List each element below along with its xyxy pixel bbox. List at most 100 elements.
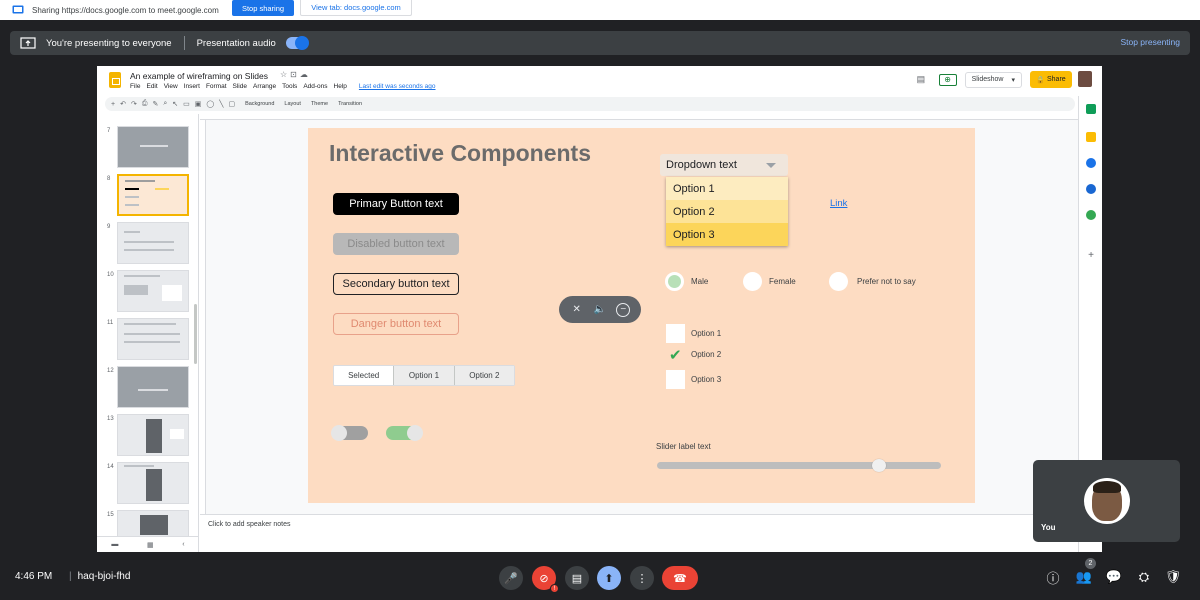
slide-thumb-row[interactable]: 7 bbox=[97, 126, 197, 172]
checkbox-label: Option 2 bbox=[691, 350, 722, 359]
account-avatar[interactable] bbox=[1078, 71, 1092, 87]
microphone-button[interactable]: 🎤 bbox=[499, 566, 523, 590]
self-avatar bbox=[1084, 478, 1130, 524]
slide-thumbnail[interactable] bbox=[117, 366, 189, 408]
people-icon[interactable]: 👥 bbox=[1076, 569, 1092, 585]
slide-thumbnail[interactable] bbox=[117, 462, 189, 504]
slide-thumbnail[interactable] bbox=[117, 270, 189, 312]
menu-file[interactable]: File bbox=[130, 83, 140, 90]
background-button[interactable]: Background bbox=[245, 101, 274, 107]
menu-tools[interactable]: Tools bbox=[282, 83, 297, 90]
slider-label: Slider label text bbox=[656, 442, 711, 451]
slide-thumb-row[interactable]: 10 bbox=[97, 270, 197, 316]
slideshow-button[interactable]: Slideshow ▾ bbox=[964, 71, 1022, 88]
captions-button[interactable]: ▤ bbox=[565, 566, 589, 590]
meet-present-icon[interactable]: ⊕ bbox=[938, 73, 957, 86]
remove-icon[interactable]: − bbox=[616, 302, 631, 317]
slide-thumbnail-selected[interactable] bbox=[117, 174, 189, 216]
tasks-icon[interactable] bbox=[1086, 158, 1096, 168]
host-controls-icon[interactable]: 🛡 bbox=[1165, 569, 1182, 585]
slide-thumb-row[interactable]: 13 bbox=[97, 414, 197, 460]
self-name-label: You bbox=[1041, 523, 1056, 532]
menu-addons[interactable]: Add-ons bbox=[303, 83, 327, 90]
redo-icon[interactable]: ↷ bbox=[131, 100, 137, 108]
last-edit-link[interactable]: Last edit was seconds ago bbox=[359, 83, 436, 90]
slide-thumb-row[interactable]: 9 bbox=[97, 222, 197, 268]
chevron-down-icon[interactable]: ▾ bbox=[1011, 76, 1015, 84]
slide-thumb-row[interactable]: 11 bbox=[97, 318, 197, 364]
more-options-button[interactable]: ⋮ bbox=[630, 566, 654, 590]
radio-checked-mock bbox=[665, 272, 684, 291]
presentation-audio-toggle[interactable] bbox=[285, 36, 309, 50]
maps-icon[interactable] bbox=[1086, 210, 1096, 220]
menu-help[interactable]: Help bbox=[334, 83, 347, 90]
comment-add-icon[interactable]: ▢ bbox=[228, 100, 235, 108]
volume-icon[interactable]: 🔈 bbox=[593, 303, 607, 317]
stop-sharing-button[interactable]: Stop sharing bbox=[232, 0, 294, 16]
stop-presenting-button[interactable]: Stop presenting bbox=[1120, 37, 1180, 47]
zoom-icon[interactable]: ⌕ bbox=[163, 100, 167, 108]
new-slide-icon[interactable]: + bbox=[111, 101, 115, 108]
print-icon[interactable]: ⎙ bbox=[142, 100, 148, 108]
present-now-button[interactable]: ⬆ bbox=[597, 566, 621, 590]
slides-title-row: An example of wireframing on Slides ☆⊡☁ … bbox=[97, 66, 1102, 96]
grid-view-icon[interactable]: ▦ bbox=[147, 541, 154, 549]
move-icon[interactable]: ⊡ bbox=[290, 70, 300, 79]
textbox-icon[interactable]: ▭ bbox=[183, 100, 190, 108]
slide-thumbnail[interactable] bbox=[117, 222, 189, 264]
slides-logo-icon[interactable] bbox=[109, 72, 121, 88]
disabled-button-mock: Disabled button text bbox=[333, 233, 459, 255]
menu-arrange[interactable]: Arrange bbox=[253, 83, 276, 90]
caret-down-icon bbox=[766, 163, 776, 168]
slide-thumbnail[interactable] bbox=[117, 318, 189, 360]
theme-button[interactable]: Theme bbox=[311, 101, 328, 107]
sheets-icon[interactable] bbox=[1086, 104, 1096, 114]
menu-view[interactable]: View bbox=[164, 83, 178, 90]
slide-thumbnail[interactable] bbox=[117, 414, 189, 456]
menu-format[interactable]: Format bbox=[206, 83, 227, 90]
self-video-tile[interactable]: You bbox=[1033, 460, 1180, 542]
leave-call-button[interactable]: ☎ bbox=[662, 566, 698, 590]
layout-button[interactable]: Layout bbox=[284, 101, 301, 107]
menu-insert[interactable]: Insert bbox=[184, 83, 200, 90]
document-title[interactable]: An example of wireframing on Slides bbox=[130, 71, 268, 81]
share-button[interactable]: 🔒 Share bbox=[1030, 71, 1072, 88]
line-icon[interactable]: ╲ bbox=[219, 100, 223, 108]
filmstrip-view-icon[interactable]: ▬ bbox=[111, 541, 118, 548]
checkbox-label: Option 3 bbox=[691, 375, 722, 384]
slide-thumb-row-selected[interactable]: 8 bbox=[97, 174, 197, 220]
slide-thumb-row[interactable]: 12 bbox=[97, 366, 197, 412]
slide-number: 9 bbox=[107, 224, 111, 230]
camera-off-icon: ⊘ bbox=[539, 572, 549, 585]
info-icon[interactable]: ⓘ bbox=[1045, 569, 1061, 586]
add-addon-icon[interactable]: + bbox=[1086, 251, 1096, 261]
slide-thumb-row[interactable]: 14 bbox=[97, 462, 197, 508]
speaker-notes[interactable]: Click to add speaker notes bbox=[200, 514, 1078, 552]
paint-format-icon[interactable]: ✎ bbox=[152, 100, 158, 108]
slide-thumbnail[interactable] bbox=[117, 126, 189, 168]
editing-toolbar: + ↶ ↷ ⎙ ✎ ⌕ ↖ ▭ ▣ ◯ ╲ ▢ Background Layou… bbox=[105, 97, 1075, 111]
activities-icon[interactable]: ⛭ bbox=[1136, 569, 1152, 585]
radio-label: Female bbox=[769, 277, 796, 286]
filmstrip-scrollbar[interactable] bbox=[194, 304, 197, 364]
toggle-off-mock bbox=[331, 425, 368, 441]
menu-edit[interactable]: Edit bbox=[146, 83, 157, 90]
divider bbox=[183, 36, 185, 50]
camera-off-button[interactable]: ⊘! bbox=[532, 566, 559, 593]
comment-history-icon[interactable]: ▤ bbox=[917, 74, 931, 86]
star-icon[interactable]: ☆ bbox=[280, 70, 290, 79]
contacts-icon[interactable] bbox=[1086, 184, 1096, 194]
shape-icon[interactable]: ◯ bbox=[206, 100, 214, 108]
image-icon[interactable]: ▣ bbox=[195, 100, 202, 108]
chat-icon[interactable]: 💬 bbox=[1106, 569, 1122, 585]
view-tab-button[interactable]: View tab: docs.google.com bbox=[300, 0, 412, 16]
checkbox-label: Option 1 bbox=[691, 329, 722, 338]
share-label: Share bbox=[1046, 76, 1066, 83]
select-icon[interactable]: ↖ bbox=[172, 100, 178, 108]
pin-off-icon[interactable]: ✕ bbox=[570, 303, 584, 317]
collapse-panel-icon[interactable]: ‹ bbox=[182, 541, 184, 548]
keep-icon[interactable] bbox=[1086, 132, 1096, 142]
transition-button[interactable]: Transition bbox=[338, 101, 362, 107]
undo-icon[interactable]: ↶ bbox=[120, 100, 126, 108]
menu-slide[interactable]: Slide bbox=[233, 83, 247, 90]
